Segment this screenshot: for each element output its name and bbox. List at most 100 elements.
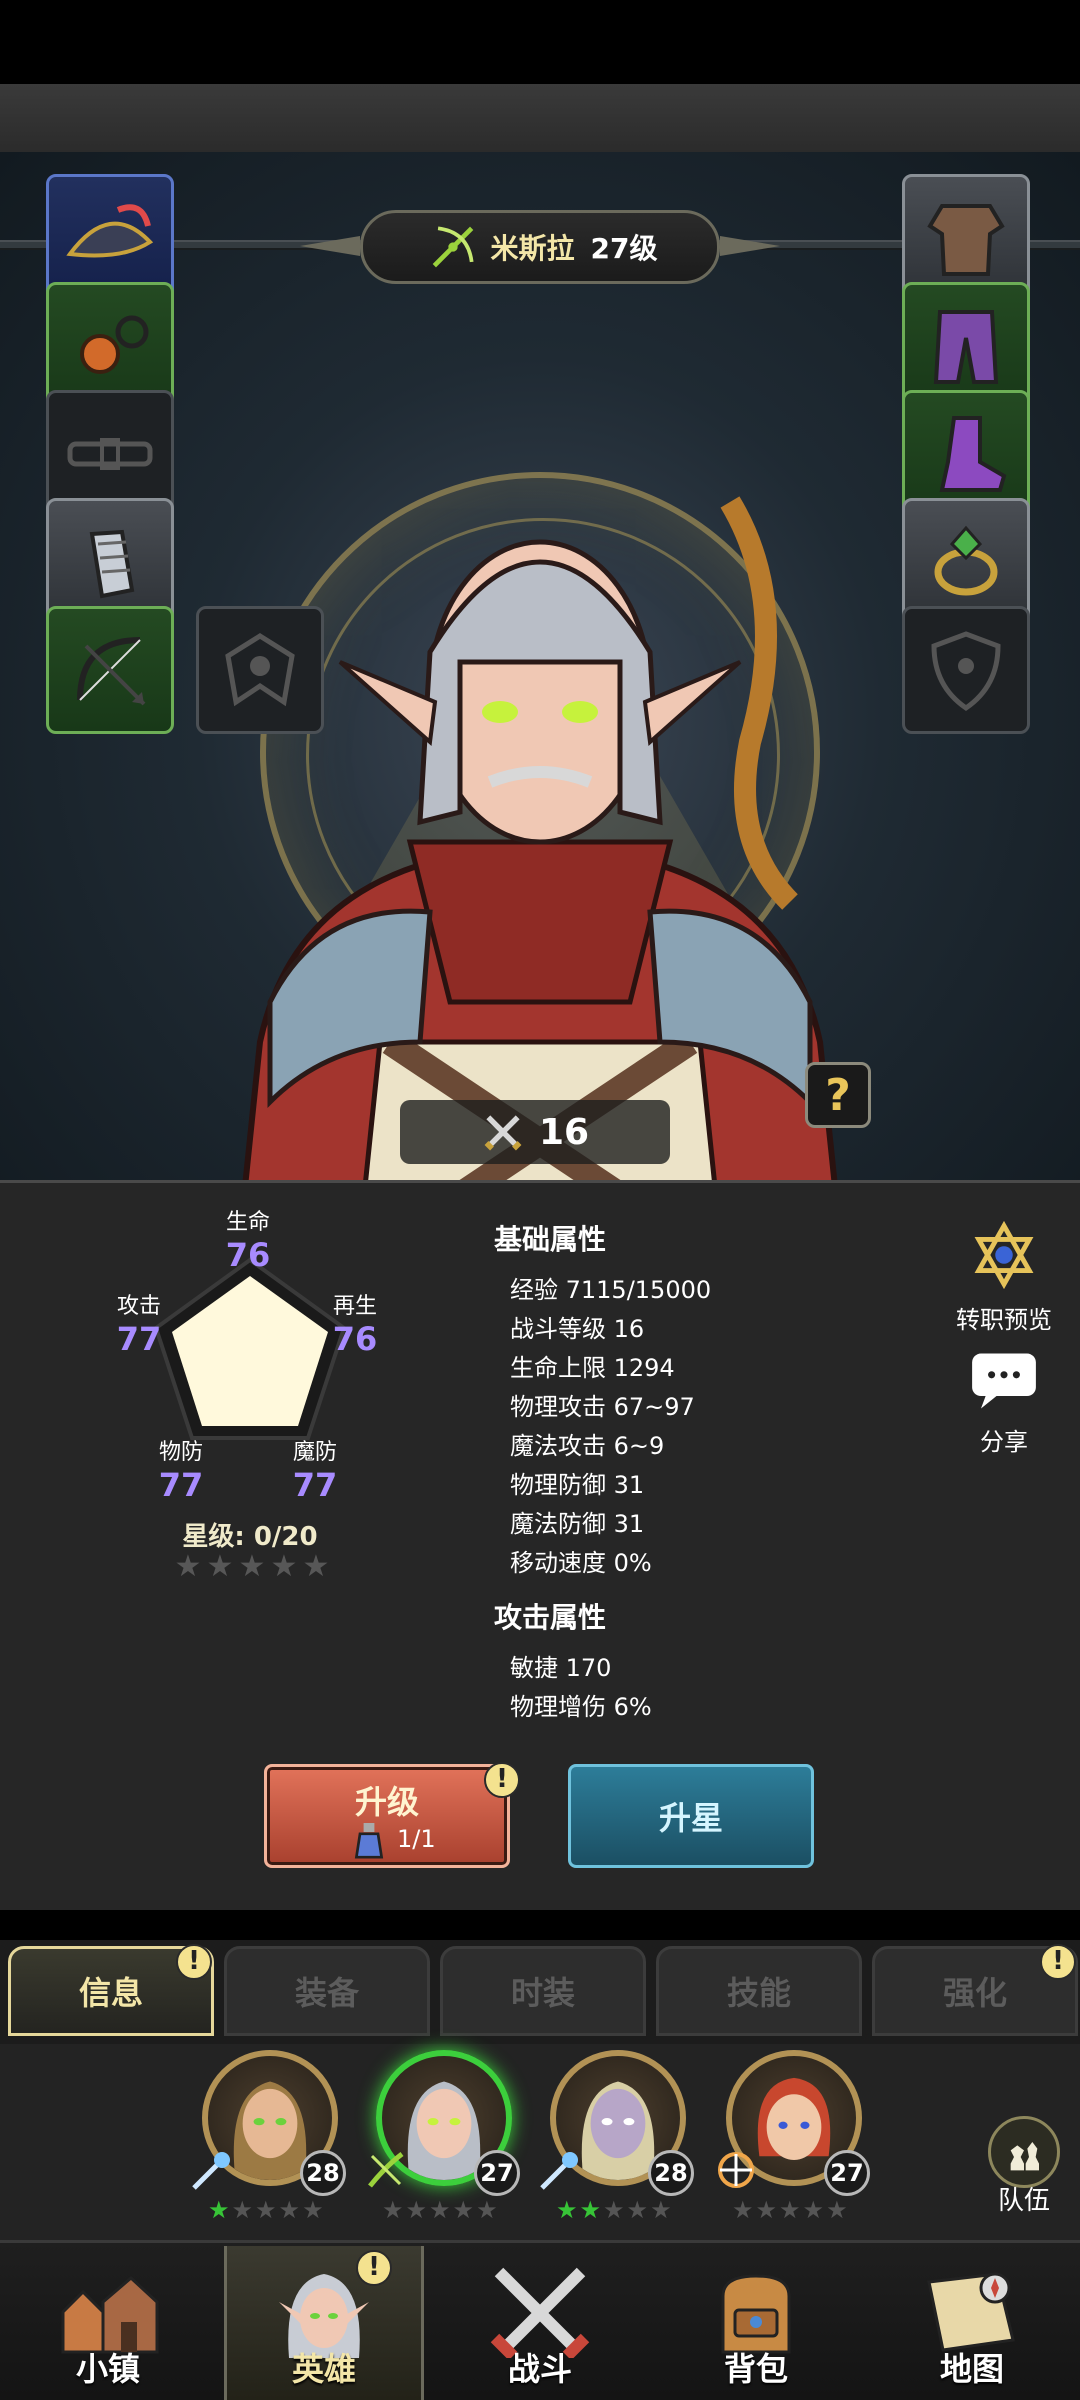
nav-hero-label: 英雄 bbox=[291, 2350, 356, 2388]
tab-costume[interactable]: 时装 bbox=[440, 1946, 646, 2036]
upgrade-cost: 1/1 bbox=[397, 1825, 436, 1853]
basic-attributes-title: 基础属性 bbox=[494, 1223, 607, 1256]
attack-attributes-title: 攻击属性 bbox=[494, 1601, 607, 1634]
nav-battle-label: 战斗 bbox=[507, 2350, 572, 2388]
hero-name-plate: 米斯拉 27级 bbox=[360, 210, 720, 284]
nav-battle[interactable]: 战斗 bbox=[440, 2246, 640, 2400]
hero-level-badge: 27 bbox=[474, 2150, 520, 2196]
attr-row: 物理增伤 6% bbox=[510, 1693, 652, 1721]
team-label: 队伍 bbox=[997, 2186, 1050, 2216]
nav-town-label: 小镇 bbox=[75, 2350, 140, 2388]
stat-label-attack: 攻击 bbox=[116, 1294, 161, 1319]
status-bar bbox=[0, 0, 1080, 84]
hero-tabs: 信息 装备 时装 技能 强化 bbox=[0, 1940, 1080, 2044]
combat-power: 16 bbox=[400, 1100, 670, 1164]
hero-level: 27级 bbox=[590, 232, 658, 265]
nav-map[interactable]: 地图 bbox=[872, 2246, 1072, 2400]
archer-class-icon bbox=[423, 217, 483, 277]
bow-icon bbox=[77, 637, 146, 706]
mage-class-icon bbox=[192, 2152, 230, 2190]
tab-info-alert-icon: ! bbox=[176, 1944, 212, 1980]
nav-map-label: 地图 bbox=[939, 2350, 1004, 2388]
chess-pieces-icon bbox=[988, 2116, 1060, 2188]
stat-value-attack: 77 bbox=[116, 1320, 162, 1358]
attr-row: 经验 7115/15000 bbox=[510, 1276, 712, 1304]
slot-shield[interactable] bbox=[902, 606, 1030, 734]
emblem-icon bbox=[225, 633, 295, 707]
warrior-class-icon bbox=[718, 2152, 754, 2188]
plate-wing-right bbox=[720, 236, 780, 256]
attr-row: 物理防御 31 bbox=[510, 1471, 645, 1499]
stat-value-regen: 76 bbox=[332, 1320, 378, 1358]
tab-equipment[interactable]: 装备 bbox=[224, 1946, 430, 2036]
tab-skills[interactable]: 技能 bbox=[656, 1946, 862, 2036]
roster-hero[interactable]: 27 ★ ★ ★ ★ ★ bbox=[714, 2050, 874, 2230]
slot-emblem[interactable] bbox=[196, 606, 324, 734]
hero-name: 米斯拉 bbox=[490, 232, 575, 265]
upgrade-alert-icon: ! bbox=[484, 1762, 520, 1798]
amulet-icon bbox=[80, 315, 149, 374]
job-preview-button[interactable]: 转职预览 bbox=[924, 1220, 1080, 1335]
roster-hero[interactable]: 28 ★ ★ ★ ★ ★ bbox=[538, 2050, 698, 2230]
hero-portrait bbox=[242, 496, 838, 1180]
attr-row: 魔法攻击 6~9 bbox=[510, 1432, 665, 1460]
mage-class-icon bbox=[540, 2152, 578, 2190]
job-preview-label: 转职预览 bbox=[956, 1306, 1052, 1334]
hero-stars: ★ ★ ★ ★ ★ bbox=[732, 2196, 848, 2224]
star-icon: ★ bbox=[302, 1549, 330, 1584]
stat-value-magic-def: 77 bbox=[292, 1466, 338, 1504]
nav-town[interactable]: 小镇 bbox=[8, 2246, 208, 2400]
combat-power-value: 16 bbox=[538, 1111, 590, 1153]
help-button[interactable]: ? bbox=[805, 1062, 871, 1128]
hero-level-badge: 28 bbox=[648, 2150, 694, 2196]
star-up-button[interactable]: 升星 bbox=[568, 1764, 814, 1868]
hero-level-badge: 28 bbox=[300, 2150, 346, 2196]
star-up-label: 升星 bbox=[658, 1799, 723, 1837]
roster-hero-selected[interactable]: 27 ★ ★ ★ ★ ★ bbox=[364, 2050, 524, 2230]
shield-icon bbox=[931, 631, 1001, 712]
star-icon: ★ bbox=[174, 1549, 202, 1584]
nav-hero[interactable]: 英雄 bbox=[224, 2246, 424, 2400]
share-label: 分享 bbox=[980, 1428, 1028, 1456]
stat-label-magic-def: 魔防 bbox=[292, 1440, 337, 1465]
belt-icon bbox=[67, 438, 153, 470]
star-icon: ★ bbox=[270, 1549, 298, 1584]
attr-row: 物理攻击 67~97 bbox=[510, 1393, 695, 1421]
attr-row: 战斗等级 16 bbox=[510, 1315, 645, 1343]
plate-wing-left bbox=[300, 236, 360, 256]
upgrade-button[interactable]: 升级 1/1 bbox=[264, 1764, 510, 1868]
attr-row: 生命上限 1294 bbox=[510, 1354, 675, 1382]
share-button[interactable]: 分享 bbox=[924, 1350, 1080, 1457]
potion-icon bbox=[354, 1823, 384, 1859]
hexagram-icon bbox=[974, 1220, 1034, 1290]
slot-weapon[interactable] bbox=[46, 606, 174, 734]
stat-label-life: 生命 bbox=[225, 1210, 270, 1235]
tab-enhance-alert-icon: ! bbox=[1040, 1944, 1076, 1980]
boots-icon bbox=[939, 416, 1007, 492]
star-icon: ★ bbox=[206, 1549, 234, 1584]
hero-stars: ★ ★ ★ ★ ★ bbox=[556, 2196, 672, 2224]
hero-display: 米斯拉 27级 bbox=[0, 152, 1080, 1180]
team-button[interactable]: 队伍 bbox=[976, 2116, 1072, 2217]
hat-icon bbox=[66, 204, 154, 258]
nav-hero-alert-icon: ! bbox=[356, 2250, 392, 2286]
stat-label-regen: 再生 bbox=[332, 1294, 377, 1319]
stat-value-life: 76 bbox=[225, 1236, 271, 1274]
hero-stars: ★ ★ ★ ★ ★ bbox=[382, 2196, 498, 2224]
ring-icon bbox=[934, 525, 998, 596]
star-icon: ★ bbox=[238, 1549, 266, 1584]
star-level-stars: ★ ★ ★ ★ ★ bbox=[172, 1552, 332, 1584]
star-level-label: 星级: 0/20 bbox=[182, 1522, 318, 1552]
nav-backpack[interactable]: 背包 bbox=[656, 2246, 856, 2400]
top-band bbox=[0, 84, 1080, 152]
attr-row: 移动速度 0% bbox=[510, 1549, 652, 1577]
stat-value-phys-def: 77 bbox=[158, 1466, 204, 1504]
chest-armor-icon bbox=[927, 204, 1005, 276]
pants-icon bbox=[933, 310, 999, 384]
chat-bubble-icon bbox=[972, 1353, 1036, 1409]
roster-hero[interactable]: 28 ★ ★ ★ ★ ★ bbox=[190, 2050, 350, 2230]
archer-class-icon bbox=[368, 2152, 404, 2188]
upgrade-label: 升级 bbox=[354, 1783, 419, 1821]
hero-level-badge: 27 bbox=[824, 2150, 870, 2196]
gauntlet-icon bbox=[89, 529, 135, 599]
